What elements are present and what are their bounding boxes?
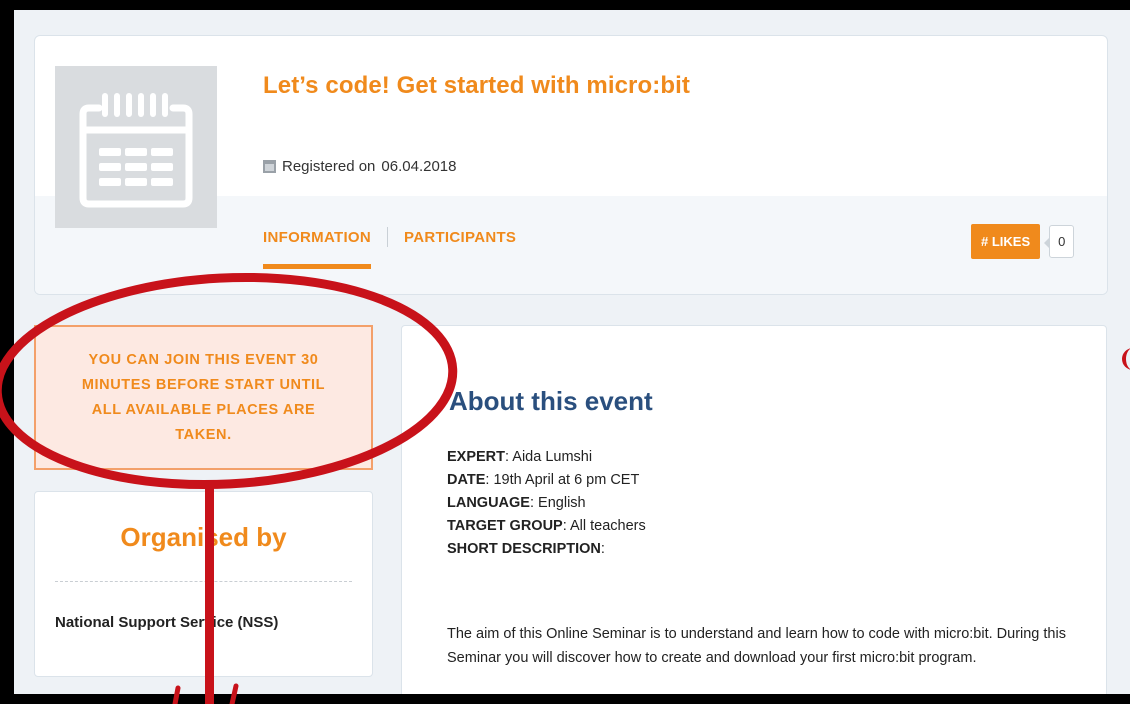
organiser-divider (55, 581, 352, 582)
detail-value: 19th April at 6 pm CET (493, 472, 640, 488)
registered-label: Registered on (282, 158, 376, 175)
event-description: The aim of this Online Seminar is to und… (447, 626, 1066, 666)
calendar-small-icon (263, 160, 276, 173)
join-notice-text: YOU CAN JOIN THIS EVENT 30 MINUTES BEFOR… (81, 351, 326, 443)
likes-count: 0 (1044, 225, 1075, 258)
detail-label: TARGET GROUP (447, 518, 563, 534)
detail-row: LANGUAGE: English (447, 495, 586, 511)
organiser-name[interactable]: National Support Service (NSS) (55, 614, 278, 631)
organiser-card: Organised by National Support Service (N… (34, 491, 373, 677)
detail-label: SHORT DESCRIPTION (447, 541, 601, 557)
detail-label: DATE (447, 472, 486, 488)
tab-information[interactable]: INFORMATION (263, 229, 372, 269)
calendar-icon (79, 93, 193, 208)
about-heading: About this event (449, 386, 653, 416)
likes-widget: # LIKES 0 (971, 224, 1075, 259)
event-tabs: INFORMATION PARTICIPANTS (263, 227, 516, 269)
event-details: EXPERT: Aida Lumshi DATE: 19th April at … (447, 446, 646, 561)
about-card: About this event EXPERT: Aida Lumshi DAT… (401, 325, 1107, 694)
detail-value: Aida Lumshi (512, 449, 593, 465)
registered-date: 06.04.2018 (381, 158, 457, 175)
detail-row: DATE: 19th April at 6 pm CET (447, 472, 640, 488)
detail-value: English (538, 495, 586, 511)
event-thumbnail (55, 66, 217, 228)
detail-row: EXPERT: Aida Lumshi (447, 449, 593, 465)
tab-participants[interactable]: PARTICIPANTS (404, 229, 516, 269)
tab-separator (387, 227, 389, 247)
detail-label: EXPERT (447, 449, 506, 465)
organiser-heading: Organised by (120, 522, 287, 552)
event-header-card: Let’s code! Get started with micro:bit R… (34, 35, 1108, 295)
join-notice: YOU CAN JOIN THIS EVENT 30 MINUTES BEFOR… (34, 325, 373, 470)
likes-button[interactable]: # LIKES (971, 224, 1041, 259)
detail-row: TARGET GROUP: All teachers (447, 518, 646, 534)
event-title: Let’s code! Get started with micro:bit (263, 72, 690, 99)
registered-info: Registered on 06.04.2018 (263, 158, 456, 175)
annotation-mark-fragment (1122, 348, 1130, 370)
event-page: Let’s code! Get started with micro:bit R… (14, 10, 1130, 694)
detail-row: SHORT DESCRIPTION: (447, 541, 605, 557)
detail-label: LANGUAGE (447, 495, 530, 511)
detail-value: All teachers (570, 518, 646, 534)
